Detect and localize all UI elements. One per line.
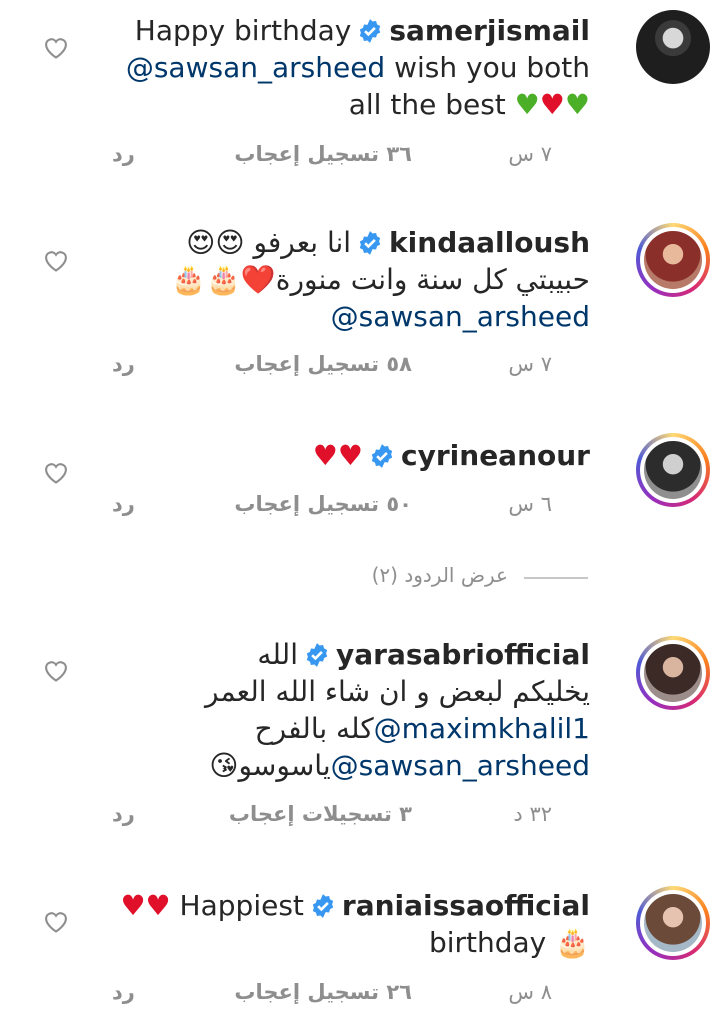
comment-body: ♥♥ xyxy=(312,439,363,472)
verified-icon xyxy=(312,894,334,918)
comment-time: ٧ س xyxy=(508,142,552,166)
comment-meta: ٨ س ٢٦ تسجيل إعجاب رد xyxy=(112,980,552,1010)
comment-meta: ٦ س ٥٠ تسجيل إعجاب رد xyxy=(112,492,552,522)
avatar[interactable] xyxy=(636,223,710,297)
heart-outline-icon[interactable] xyxy=(42,459,70,485)
verified-icon xyxy=(306,643,328,667)
mention-link[interactable]: @sawsan_arsheed xyxy=(126,51,385,84)
username[interactable]: yarasabriofficial xyxy=(336,638,590,671)
mention-link[interactable]: @sawsan_arsheed xyxy=(331,300,590,333)
username[interactable]: samerjismail xyxy=(389,14,590,47)
comment-time: ٨ س xyxy=(508,980,552,1004)
reply-button[interactable]: رد xyxy=(112,352,135,376)
comment-body: 🎂🎂❤️حبيبتي كل سنة وانت منورة xyxy=(171,263,590,296)
mention-link[interactable]: @sawsan_arsheed xyxy=(331,749,590,782)
reply-button[interactable]: رد xyxy=(112,980,135,1004)
view-replies-label[interactable]: عرض الردود (٢) xyxy=(372,563,508,587)
heart-outline-icon[interactable] xyxy=(42,908,70,934)
comment-body: birthday 🎂 xyxy=(428,926,590,959)
comment-body: Happy birthday xyxy=(134,14,352,47)
heart-outline-icon[interactable] xyxy=(42,657,70,683)
avatar[interactable] xyxy=(636,10,710,84)
comment-text: ♥♥ cyrineanour xyxy=(70,437,590,474)
comment-meta: ٣٢ د ٣ تسجيلات إعجاب رد xyxy=(112,802,552,832)
verified-icon xyxy=(371,444,393,468)
comment-text: الله yarasabriofficial يخليكم لبعض و ان ش… xyxy=(70,636,590,784)
verified-icon xyxy=(359,231,381,255)
avatar[interactable] xyxy=(636,433,710,507)
comment-text: Happy birthday samerjismail @sawsan_arshe… xyxy=(125,14,590,121)
comment-time: ٣٢ د xyxy=(513,802,552,826)
likes-count[interactable]: ٣ تسجيلات إعجاب xyxy=(229,802,412,826)
comment-body: الله xyxy=(257,638,298,671)
username[interactable]: kindaalloush xyxy=(389,226,590,259)
reply-button[interactable]: رد xyxy=(112,802,135,826)
comment-meta: ٧ س ٥٨ تسجيل إعجاب رد xyxy=(112,352,552,382)
avatar[interactable] xyxy=(636,886,710,960)
replies-divider xyxy=(524,577,588,579)
reply-button[interactable]: رد xyxy=(112,142,135,166)
heart-outline-icon[interactable] xyxy=(42,34,70,60)
comment-body: يخليكم لبعض و ان شاء الله العمر xyxy=(205,675,590,708)
view-replies-toggle[interactable]: عرض الردود (٢) xyxy=(0,563,720,593)
username[interactable]: raniaissaofficial xyxy=(342,889,590,922)
username[interactable]: cyrineanour xyxy=(401,439,590,472)
comment-time: ٧ س xyxy=(508,352,552,376)
likes-count[interactable]: ٥٨ تسجيل إعجاب xyxy=(234,352,412,376)
comment-text: ♥♥ Happiest raniaissaofficial birthday 🎂 xyxy=(70,887,590,961)
likes-count[interactable]: ٥٠ تسجيل إعجاب xyxy=(234,492,412,516)
avatar[interactable] xyxy=(636,636,710,710)
comment-text: 😍😍 انا بعرفو kindaalloush 🎂🎂❤️حبيبتي كل س… xyxy=(70,224,590,335)
verified-icon xyxy=(360,19,381,43)
mention-link[interactable]: @maximkhalil1 xyxy=(374,712,590,745)
likes-count[interactable]: ٢٦ تسجيل إعجاب xyxy=(234,980,412,1004)
comment-meta: ٧ س ٣٦ تسجيل إعجاب رد xyxy=(112,142,552,172)
likes-count[interactable]: ٣٦ تسجيل إعجاب xyxy=(234,142,412,166)
reply-button[interactable]: رد xyxy=(112,492,135,516)
comment-time: ٦ س xyxy=(508,492,552,516)
heart-outline-icon[interactable] xyxy=(42,247,70,273)
